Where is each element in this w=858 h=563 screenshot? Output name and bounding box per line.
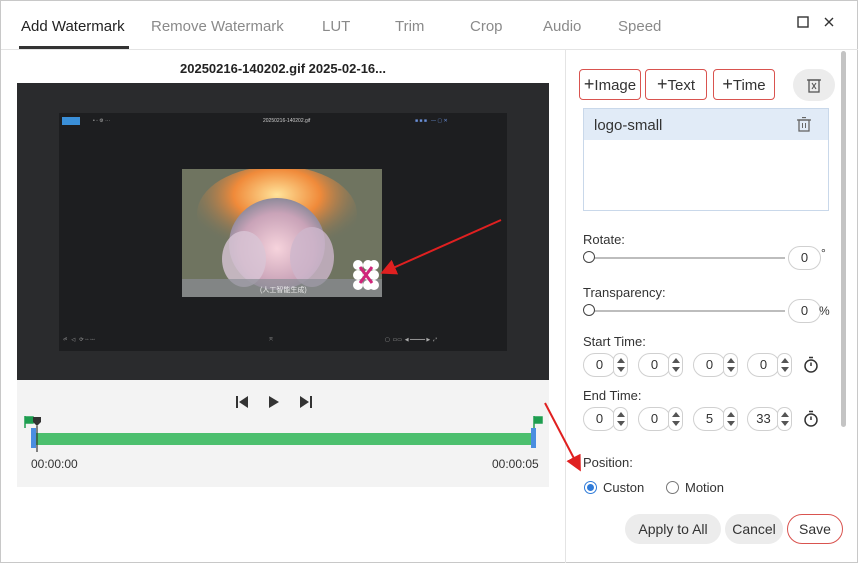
active-tab-indicator (19, 46, 129, 49)
transparency-slider[interactable] (589, 310, 785, 312)
skip-back-icon (236, 396, 248, 408)
prev-frame-button[interactable] (234, 394, 250, 410)
add-image-button[interactable]: +Image (579, 69, 641, 100)
tab-add-watermark[interactable]: Add Watermark (21, 18, 125, 35)
tab-bar: Add Watermark Remove Watermark LUT Trim … (1, 1, 858, 50)
watermark-name: logo-small (594, 117, 663, 134)
timeline-end-handle[interactable] (531, 428, 536, 448)
position-motion-radio[interactable] (666, 481, 679, 494)
captured-screen: • ◦ ⚙ ··· 20250216-140202.gif ■ ■ ■ — ▢ … (59, 113, 507, 351)
inner-title: 20250216-140202.gif (263, 118, 311, 124)
end-time-seconds-stepper[interactable] (723, 407, 738, 431)
end-time-minutes-stepper[interactable] (668, 407, 683, 431)
add-time-button[interactable]: +Time (713, 69, 775, 100)
save-button[interactable]: Save (787, 514, 843, 544)
start-time-frames-stepper[interactable] (777, 353, 792, 377)
rotate-value[interactable]: 0 (788, 246, 821, 270)
end-time-seconds[interactable]: 5 (693, 407, 726, 431)
end-time-hours[interactable]: 0 (583, 407, 616, 431)
skip-forward-icon (300, 396, 312, 408)
video-preview[interactable]: • ◦ ⚙ ··· 20250216-140202.gif ■ ■ ■ — ▢ … (17, 83, 549, 380)
end-time-label: End Time: (583, 388, 642, 403)
position-motion-label[interactable]: Motion (685, 480, 724, 495)
play-icon (269, 396, 279, 408)
video-subtitle: (人工智能生成) (260, 287, 307, 294)
watermark-list: logo-small (583, 108, 829, 211)
tab-trim[interactable]: Trim (395, 18, 424, 35)
end-time-frames-stepper[interactable] (777, 407, 792, 431)
start-time-hours[interactable]: 0 (583, 353, 616, 377)
panel-divider (565, 50, 566, 563)
position-custom-label[interactable]: Custon (603, 480, 644, 495)
timeline-track[interactable] (33, 433, 533, 445)
square-icon (797, 16, 809, 28)
start-time-minutes[interactable]: 0 (638, 353, 671, 377)
add-text-button[interactable]: +Text (645, 69, 707, 100)
inner-titlebar: • ◦ ⚙ ··· 20250216-140202.gif ■ ■ ■ — ▢ … (59, 113, 507, 131)
position-custom-radio[interactable] (584, 481, 597, 494)
end-time-minutes[interactable]: 0 (638, 407, 671, 431)
timeline-start-time: 00:00:00 (31, 457, 78, 471)
plus-icon: + (722, 74, 733, 94)
close-button[interactable] (821, 15, 837, 31)
arrow-to-position (544, 402, 581, 472)
tab-remove-watermark[interactable]: Remove Watermark (151, 18, 284, 35)
end-time-frames[interactable]: 33 (747, 407, 780, 431)
start-time-seconds-stepper[interactable] (723, 353, 738, 377)
edit-window: Add Watermark Remove Watermark LUT Trim … (0, 0, 858, 563)
end-time-hours-stepper[interactable] (613, 407, 628, 431)
timeline-end-time: 00:00:05 (492, 457, 539, 471)
trash-icon[interactable] (797, 117, 811, 132)
start-time-hours-stepper[interactable] (613, 353, 628, 377)
clear-trash-icon (807, 79, 821, 93)
plus-icon: + (583, 74, 595, 94)
transparency-unit: % (819, 304, 830, 318)
next-frame-button[interactable] (298, 394, 314, 410)
tab-crop[interactable]: Crop (470, 18, 503, 35)
inner-app-icon (62, 117, 80, 125)
video-frame: (人工智能生成) (182, 169, 382, 297)
apply-to-all-button[interactable]: Apply to All (625, 514, 721, 544)
cancel-button[interactable]: Cancel (725, 514, 783, 544)
stopwatch-icon[interactable] (803, 410, 819, 427)
position-label: Position: (583, 455, 633, 470)
panel-scrollbar[interactable] (841, 51, 846, 427)
plus-icon: + (656, 74, 668, 94)
file-name: 20250216-140202.gif 2025-02-16... (180, 61, 386, 76)
play-button[interactable] (266, 394, 282, 410)
clear-all-button[interactable] (793, 69, 835, 101)
transparency-label: Transparency: (583, 285, 666, 300)
start-time-label: Start Time: (583, 334, 646, 349)
close-icon (824, 17, 834, 27)
stopwatch-icon[interactable] (803, 356, 819, 373)
maximize-button[interactable] (795, 15, 811, 31)
rotate-slider[interactable] (589, 257, 785, 259)
start-time-frames[interactable]: 0 (747, 353, 780, 377)
rotate-slider-knob[interactable] (583, 251, 595, 263)
transparency-value[interactable]: 0 (788, 299, 821, 323)
tab-audio[interactable]: Audio (543, 18, 581, 35)
end-flag-icon (533, 416, 543, 428)
transparency-slider-knob[interactable] (583, 304, 595, 316)
playhead-icon[interactable] (31, 416, 43, 452)
flower-image (182, 169, 382, 297)
list-item[interactable]: logo-small (584, 109, 828, 140)
rotate-unit: ° (821, 246, 826, 260)
start-time-minutes-stepper[interactable] (668, 353, 683, 377)
playback-panel: 00:00:00 00:00:05 (17, 380, 549, 487)
start-time-seconds[interactable]: 0 (693, 353, 726, 377)
rotate-label: Rotate: (583, 232, 625, 247)
tab-speed[interactable]: Speed (618, 18, 661, 35)
tab-lut[interactable]: LUT (322, 18, 350, 35)
logo-watermark (353, 260, 379, 290)
inner-controls: ⏎ ◁ ⟳ ◦◦ ◦◦◦ ⤧ ▢ ▭▭ ◀ ━━━━━ ▶ ⤢ (63, 337, 438, 343)
